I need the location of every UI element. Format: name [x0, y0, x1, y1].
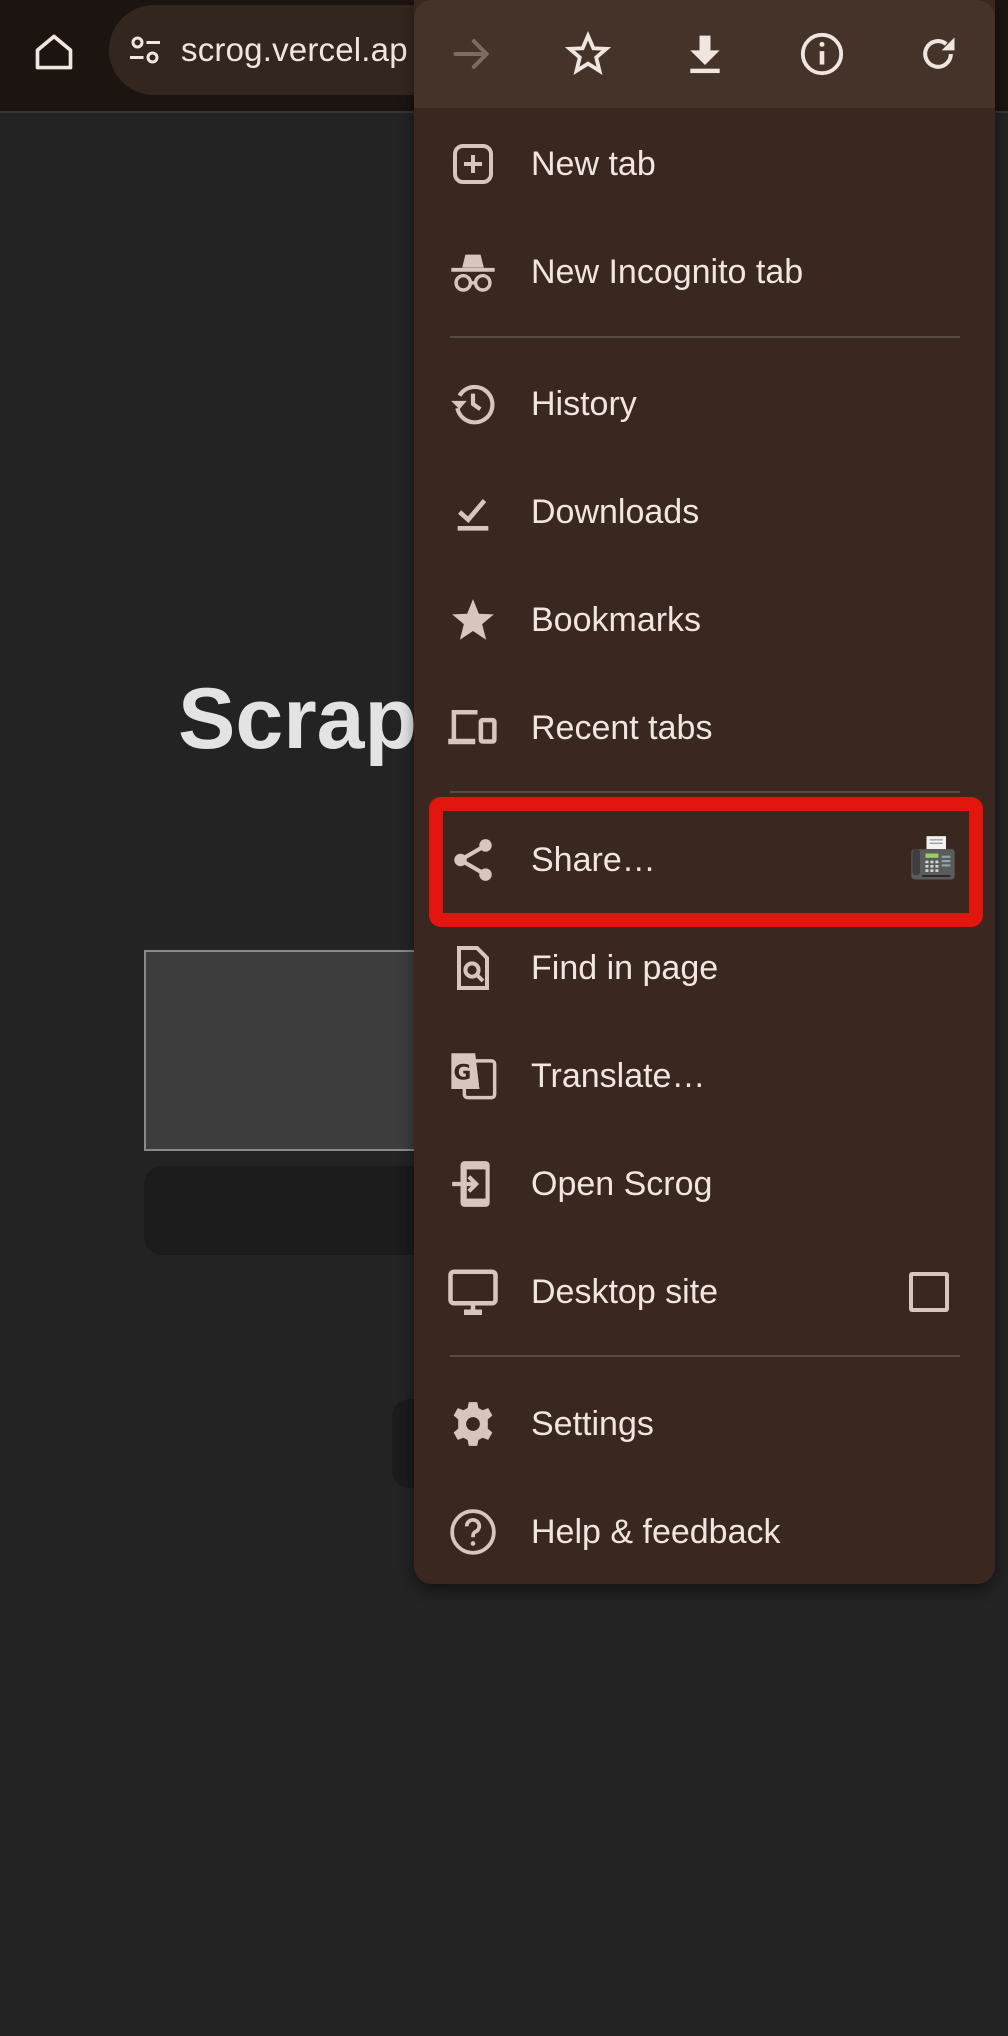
- translate-icon: G: [446, 1049, 500, 1103]
- download-icon: [690, 35, 720, 74]
- menu-divider: [450, 791, 960, 793]
- bookmark-button[interactable]: [558, 24, 618, 84]
- page-heading: Scrapl: [178, 671, 441, 767]
- menu-item-label: Open Scrog: [531, 1164, 713, 1203]
- url-text[interactable]: scrog.vercel.ap: [181, 31, 408, 69]
- menu-item-label: Find in page: [531, 948, 719, 987]
- menu-item-settings[interactable]: Settings: [414, 1370, 995, 1478]
- menu-item-downloads[interactable]: Downloads: [414, 458, 995, 566]
- menu-item-label: Bookmarks: [531, 600, 702, 639]
- menu-item-label: Help & feedback: [531, 1512, 781, 1551]
- menu-item-share[interactable]: Share…: [414, 806, 995, 914]
- downloads-icon: [446, 485, 500, 539]
- menu-action-bar: [414, 0, 995, 108]
- menu-divider: [450, 336, 960, 338]
- menu-item-open-scrog[interactable]: Open Scrog: [414, 1130, 995, 1238]
- reload-button[interactable]: [908, 24, 968, 84]
- menu-item-find-in-page[interactable]: Find in page: [414, 914, 995, 1022]
- download-page-button[interactable]: [675, 24, 735, 84]
- gear-icon: [446, 1397, 500, 1451]
- svg-text:G: G: [454, 1060, 472, 1085]
- reload-icon: [923, 37, 955, 69]
- menu-item-label: Settings: [531, 1404, 654, 1443]
- menu-item-desktop-site[interactable]: Desktop site: [414, 1238, 995, 1346]
- checkbox-unchecked-icon: [909, 1272, 949, 1312]
- find-in-page-icon: [446, 941, 500, 995]
- arrow-right-icon: [453, 39, 489, 69]
- menu-item-label: Downloads: [531, 492, 700, 531]
- menu-item-label: History: [531, 384, 637, 423]
- menu-item-recent-tabs[interactable]: Recent tabs: [414, 674, 995, 782]
- incognito-icon: [446, 245, 500, 299]
- desktop-icon: [446, 1265, 500, 1319]
- new-tab-icon: [446, 137, 500, 191]
- menu-divider: [450, 1355, 960, 1357]
- fax-icon[interactable]: [907, 834, 959, 886]
- history-icon: [446, 377, 500, 431]
- open-in-app-icon: [446, 1157, 500, 1211]
- menu-item-new-incognito-tab[interactable]: New Incognito tab: [414, 218, 995, 326]
- menu-item-label: New Incognito tab: [531, 252, 804, 291]
- menu-item-help-feedback[interactable]: Help & feedback: [414, 1478, 995, 1584]
- star-icon: [446, 593, 500, 647]
- menu-item-history[interactable]: History: [414, 350, 995, 458]
- home-icon: [35, 34, 73, 70]
- page-info-button[interactable]: [792, 24, 852, 84]
- overflow-menu: New tab New Incognito tab History Downlo…: [414, 0, 995, 1584]
- menu-item-translate[interactable]: G Translate…: [414, 1022, 995, 1130]
- devices-icon: [446, 701, 500, 755]
- menu-item-new-tab[interactable]: New tab: [414, 110, 995, 218]
- menu-item-label: Share…: [531, 840, 656, 879]
- menu-item-bookmarks[interactable]: Bookmarks: [414, 566, 995, 674]
- home-button[interactable]: [24, 22, 84, 82]
- desktop-site-checkbox[interactable]: [903, 1266, 955, 1318]
- star-outline-icon: [565, 31, 611, 76]
- help-icon: [446, 1505, 500, 1559]
- share-icon: [446, 833, 500, 887]
- menu-item-label: Translate…: [531, 1056, 706, 1095]
- forward-button[interactable]: [442, 24, 502, 84]
- tune-icon[interactable]: [125, 30, 165, 70]
- info-icon: [800, 32, 844, 76]
- menu-item-label: New tab: [531, 144, 656, 183]
- menu-item-label: Recent tabs: [531, 708, 713, 747]
- menu-item-label: Desktop site: [531, 1272, 719, 1311]
